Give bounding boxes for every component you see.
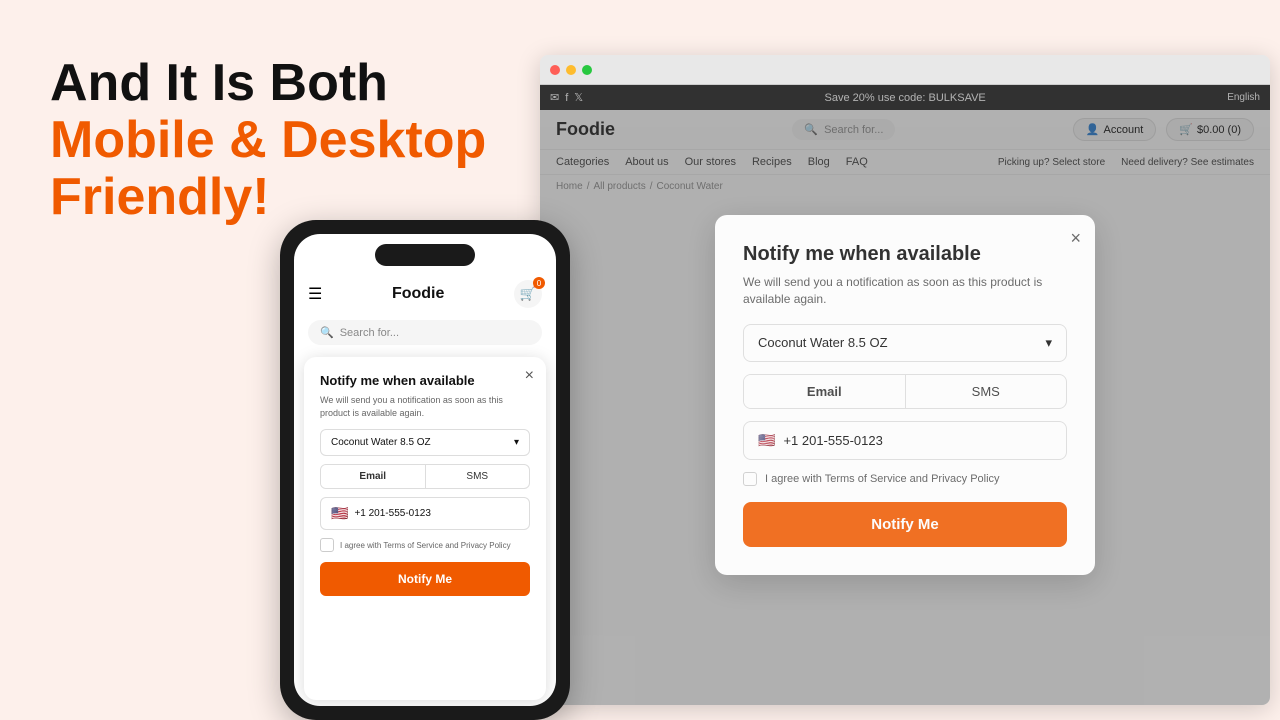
- phone-search-placeholder: Search for...: [340, 327, 399, 339]
- phone-terms-label: I agree with Terms of Service and Privac…: [340, 541, 511, 550]
- hero-line1: And It Is Both: [50, 55, 510, 112]
- phone-mockup: ☰ Foodie 🛒 0 🔍 Search for... × Notify me…: [280, 220, 570, 720]
- phone-search[interactable]: 🔍 Search for...: [308, 320, 542, 345]
- phone-hamburger-icon[interactable]: ☰: [308, 284, 322, 304]
- browser-dot-yellow: [566, 65, 576, 75]
- phone-value: +1 201-555-0123: [783, 433, 882, 448]
- hero-line2: Mobile & Desktop Friendly!: [50, 112, 510, 226]
- phone-product-select[interactable]: Coconut Water 8.5 OZ ▾: [320, 429, 530, 456]
- browser-dot-green: [582, 65, 592, 75]
- desktop-product-name: Coconut Water 8.5 OZ: [758, 335, 888, 350]
- phone-header: ☰ Foodie 🛒 0: [294, 274, 556, 314]
- desktop-notify-button[interactable]: Notify Me: [743, 502, 1067, 547]
- tab-email[interactable]: Email: [744, 375, 906, 408]
- phone-chevron-down-icon: ▾: [514, 437, 519, 448]
- cart-badge: 0: [533, 277, 545, 289]
- desktop-modal-overlay: × Notify me when available We will send …: [540, 85, 1270, 705]
- desktop-modal-subtitle: We will send you a notification as soon …: [743, 274, 1067, 308]
- desktop-modal-tabs: Email SMS: [743, 374, 1067, 409]
- phone-cart-icon[interactable]: 🛒 0: [514, 280, 542, 308]
- flag-icon: 🇺🇸: [758, 432, 775, 449]
- phone-terms-checkbox[interactable]: [320, 538, 334, 552]
- chevron-down-icon: ▾: [1045, 335, 1052, 351]
- phone-phone-input[interactable]: 🇺🇸 +1 201-555-0123: [320, 497, 530, 530]
- phone-terms-row: I agree with Terms of Service and Privac…: [320, 538, 530, 552]
- phone-tab-sms[interactable]: SMS: [426, 465, 530, 488]
- desktop-modal-title: Notify me when available: [743, 243, 1067, 266]
- phone-logo: Foodie: [392, 285, 444, 303]
- phone-product-name: Coconut Water 8.5 OZ: [331, 437, 431, 448]
- terms-checkbox[interactable]: [743, 472, 757, 486]
- desktop-phone-input[interactable]: 🇺🇸 +1 201-555-0123: [743, 421, 1067, 460]
- hero-section: And It Is Both Mobile & Desktop Friendly…: [50, 55, 510, 227]
- desktop-browser: ✉ f 𝕏 Save 20% use code: BULKSAVE Englis…: [540, 55, 1270, 705]
- phone-tab-email[interactable]: Email: [321, 465, 426, 488]
- phone-notch: [375, 244, 475, 266]
- terms-label: I agree with Terms of Service and Privac…: [765, 473, 1000, 485]
- desktop-terms-row: I agree with Terms of Service and Privac…: [743, 472, 1067, 486]
- desktop-notify-modal: × Notify me when available We will send …: [715, 215, 1095, 575]
- browser-content: ✉ f 𝕏 Save 20% use code: BULKSAVE Englis…: [540, 85, 1270, 705]
- phone-modal-tabs: Email SMS: [320, 464, 530, 489]
- phone-search-icon: 🔍: [320, 326, 334, 339]
- desktop-product-select[interactable]: Coconut Water 8.5 OZ ▾: [743, 324, 1067, 362]
- phone-phone-value: +1 201-555-0123: [354, 508, 430, 519]
- phone-modal-title: Notify me when available: [320, 373, 530, 388]
- desktop-modal-close-button[interactable]: ×: [1070, 229, 1081, 247]
- phone-modal-subtitle: We will send you a notification as soon …: [320, 394, 530, 419]
- phone-inner: ☰ Foodie 🛒 0 🔍 Search for... × Notify me…: [294, 234, 556, 706]
- phone-notify-button[interactable]: Notify Me: [320, 562, 530, 596]
- phone-content: ☰ Foodie 🛒 0 🔍 Search for... × Notify me…: [294, 234, 556, 706]
- browser-dot-red: [550, 65, 560, 75]
- browser-topbar: [540, 55, 1270, 85]
- tab-sms[interactable]: SMS: [906, 375, 1067, 408]
- phone-notify-modal: × Notify me when available We will send …: [304, 357, 546, 700]
- phone-flag-icon: 🇺🇸: [331, 505, 348, 522]
- phone-modal-close-button[interactable]: ×: [525, 367, 534, 385]
